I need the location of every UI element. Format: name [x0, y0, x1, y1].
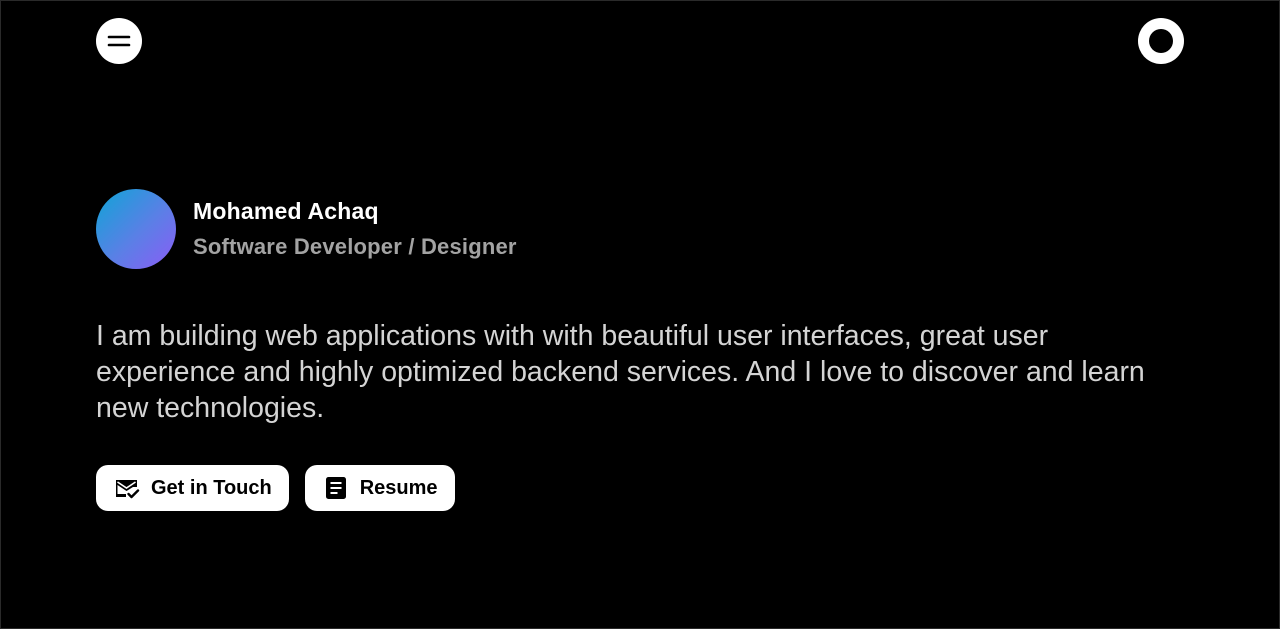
profile-name: Mohamed Achaq — [193, 198, 379, 224]
theme-toggle-button[interactable] — [1138, 18, 1184, 64]
document-icon — [322, 474, 350, 502]
page: Mohamed Achaq Software Developer / Desig… — [0, 0, 1280, 629]
mail-check-icon — [113, 474, 141, 502]
menu-button[interactable] — [96, 18, 142, 64]
bio-text: I am building web applications with with… — [96, 320, 1145, 424]
resume-button[interactable]: Resume — [304, 465, 455, 511]
get-in-touch-label: Get in Touch — [151, 476, 272, 499]
menu-lines-icon — [107, 35, 131, 47]
avatar — [96, 189, 176, 269]
action-buttons: Get in Touch Resume — [96, 465, 455, 511]
profile-text: Mohamed Achaq Software Developer / Desig… — [193, 197, 517, 261]
profile-header: Mohamed Achaq Software Developer / Desig… — [96, 189, 517, 269]
circle-toggle-icon — [1149, 29, 1173, 53]
profile-role: Software Developer / Designer — [193, 234, 517, 259]
get-in-touch-button[interactable]: Get in Touch — [96, 465, 289, 511]
resume-label: Resume — [359, 476, 438, 499]
